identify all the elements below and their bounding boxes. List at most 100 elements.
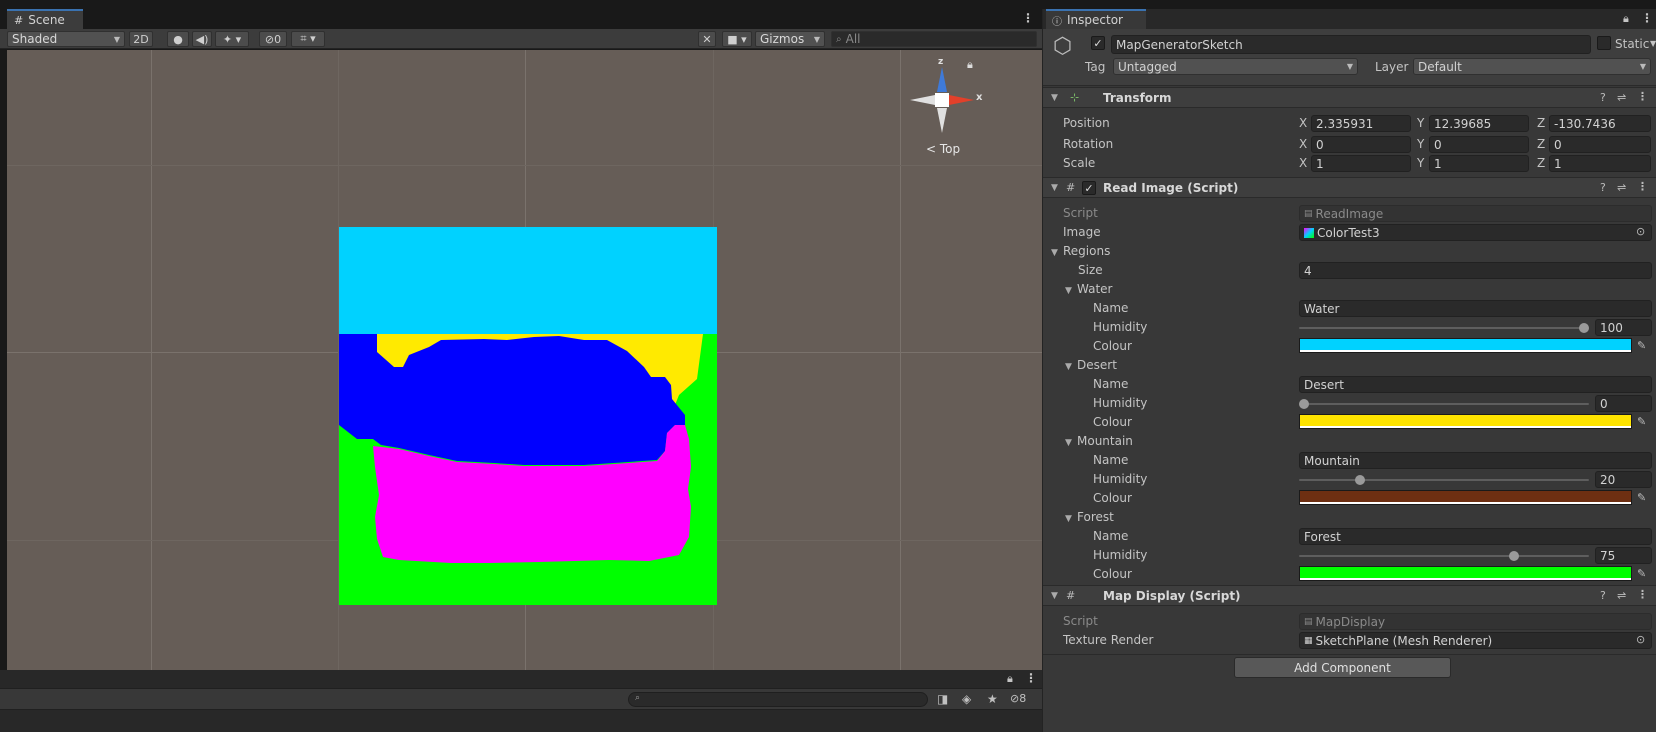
foldout-down-icon[interactable]: ▼ xyxy=(1065,362,1072,372)
lighting-icon[interactable]: ● xyxy=(167,31,189,47)
humidity-slider-track[interactable] xyxy=(1299,327,1589,329)
humidity-slider-thumb[interactable] xyxy=(1355,475,1365,485)
tools-icon[interactable]: ✕ xyxy=(698,31,716,47)
component-menu-icon[interactable]: ⋮ xyxy=(1637,588,1648,601)
humidity-slider-thumb[interactable] xyxy=(1579,323,1589,333)
lock-icon[interactable]: 🔒︎ xyxy=(967,58,973,72)
foldout-down-icon[interactable]: ▼ xyxy=(1065,286,1072,296)
foldout-down-icon[interactable]: ▼ xyxy=(1051,591,1058,601)
eyedropper-icon[interactable]: ✎ xyxy=(1637,567,1646,580)
region-name-field[interactable]: Mountain xyxy=(1299,452,1652,469)
position-z-field[interactable]: -130.7436 xyxy=(1549,115,1651,132)
hidden-packages-icon[interactable]: ⊘8 xyxy=(1010,692,1026,705)
lock-icon[interactable]: 🔒︎ xyxy=(1623,12,1629,26)
axis-x-label: X xyxy=(1299,116,1308,130)
inspector-menu-icon[interactable]: ⋮ xyxy=(1641,11,1653,25)
shading-mode-dropdown[interactable]: Shaded ▼ xyxy=(7,31,125,47)
texture-render-field[interactable]: ▦ SketchPlane (Mesh Renderer) xyxy=(1299,632,1652,649)
layer-dropdown[interactable]: Default ▼ xyxy=(1413,58,1651,75)
eyedropper-icon[interactable]: ✎ xyxy=(1637,491,1646,504)
colour-swatch[interactable] xyxy=(1299,566,1632,581)
humidity-slider-track[interactable] xyxy=(1299,479,1589,481)
colour-swatch[interactable] xyxy=(1299,490,1632,505)
eyedropper-icon[interactable]: ✎ xyxy=(1637,339,1646,352)
object-picker-icon[interactable]: ⊙ xyxy=(1636,225,1645,238)
scale-z-field[interactable]: 1 xyxy=(1549,155,1651,172)
foldout-down-icon[interactable]: ▼ xyxy=(1051,183,1058,193)
preset-icon[interactable]: ⇌ xyxy=(1617,91,1626,104)
tab-inspector[interactable]: ⓘ Inspector xyxy=(1046,9,1146,29)
add-component-button[interactable]: Add Component xyxy=(1234,657,1451,678)
humidity-value-field[interactable]: 75 xyxy=(1595,547,1652,564)
humidity-value-field[interactable]: 100 xyxy=(1595,319,1652,336)
preset-icon[interactable]: ⇌ xyxy=(1617,589,1626,602)
region-name-field[interactable]: Desert xyxy=(1299,376,1652,393)
static-label: Static xyxy=(1615,37,1650,51)
read-image-enabled-checkbox[interactable]: ✓ xyxy=(1082,181,1096,195)
foldout-down-icon[interactable]: ▼ xyxy=(1051,248,1058,258)
transform-header[interactable]: ▼ ⊹ Transform ? ⇌ ⋮ xyxy=(1043,87,1656,108)
scene-menu-icon[interactable]: ⋮ xyxy=(1022,11,1034,25)
read-image-header[interactable]: ▼ # ✓ Read Image (Script) ? ⇌ ⋮ xyxy=(1043,177,1656,198)
audio-icon[interactable]: ◀) xyxy=(192,31,212,47)
hierarchy-filter-icon[interactable]: ◨ xyxy=(937,692,948,706)
humidity-value-field[interactable]: 20 xyxy=(1595,471,1652,488)
gizmos-dropdown[interactable]: Gizmos ▼ xyxy=(755,31,825,47)
scale-y-field[interactable]: 1 xyxy=(1429,155,1529,172)
help-icon[interactable]: ? xyxy=(1600,589,1606,602)
camera-icon[interactable]: ■ ▾ xyxy=(722,31,752,47)
foldout-down-icon[interactable]: ▼ xyxy=(1051,93,1058,103)
foldout-down-icon[interactable]: ▼ xyxy=(1065,514,1072,524)
region-header[interactable]: Mountain xyxy=(1077,434,1133,448)
bottom-menu-icon[interactable]: ⋮ xyxy=(1025,671,1037,685)
help-icon[interactable]: ? xyxy=(1600,91,1606,104)
scene-visibility-icon[interactable]: ⊘ 0 xyxy=(259,31,287,47)
static-checkbox[interactable] xyxy=(1597,36,1611,50)
preset-icon[interactable]: ⇌ xyxy=(1617,181,1626,194)
humidity-slider-thumb[interactable] xyxy=(1509,551,1519,561)
label-tag-icon[interactable]: ◈ xyxy=(962,692,971,706)
component-menu-icon[interactable]: ⋮ xyxy=(1637,90,1648,103)
grid-snap-icon[interactable]: ⌗ ▾ xyxy=(291,31,325,47)
view-label[interactable]: < Top xyxy=(926,142,960,156)
image-field[interactable]: ColorTest3 xyxy=(1299,224,1652,241)
tab-scene[interactable]: # Scene xyxy=(7,9,83,29)
region-name-field[interactable]: Forest xyxy=(1299,528,1652,545)
object-picker-icon[interactable]: ⊙ xyxy=(1636,633,1645,646)
lock-icon[interactable]: 🔒︎ xyxy=(1007,672,1013,686)
map-display-header[interactable]: ▼ # Map Display (Script) ? ⇌ ⋮ xyxy=(1043,585,1656,606)
component-menu-icon[interactable]: ⋮ xyxy=(1637,180,1648,193)
scene-search-input[interactable]: ⌕ All xyxy=(831,31,1037,47)
toggle-2d-button[interactable]: 2D xyxy=(129,31,153,47)
region-header[interactable]: Desert xyxy=(1077,358,1117,372)
rotation-y-field[interactable]: 0 xyxy=(1429,136,1529,153)
console-search-input[interactable]: ⌕ xyxy=(628,692,928,707)
sketch-plane-map[interactable] xyxy=(339,227,717,605)
humidity-slider-track[interactable] xyxy=(1299,403,1589,405)
region-name-field[interactable]: Water xyxy=(1299,300,1652,317)
humidity-slider-thumb[interactable] xyxy=(1299,399,1309,409)
chevron-down-icon[interactable]: ▼ xyxy=(1650,39,1656,48)
rotation-x-field[interactable]: 0 xyxy=(1311,136,1411,153)
rotation-z-field[interactable]: 0 xyxy=(1549,136,1651,153)
position-y-field[interactable]: 12.39685 xyxy=(1429,115,1529,132)
foldout-down-icon[interactable]: ▼ xyxy=(1065,438,1072,448)
effects-icon[interactable]: ✦ ▾ xyxy=(215,31,249,47)
active-checkbox[interactable]: ✓ xyxy=(1091,36,1105,50)
colour-swatch[interactable] xyxy=(1299,338,1632,353)
region-header[interactable]: Water xyxy=(1077,282,1112,296)
colour-swatch[interactable] xyxy=(1299,414,1632,429)
info-icon: ⓘ xyxy=(1052,16,1062,28)
tag-dropdown[interactable]: Untagged ▼ xyxy=(1113,58,1358,75)
scene-viewport[interactable]: z x 🔒︎ < Top xyxy=(7,50,1042,678)
humidity-value-field[interactable]: 0 xyxy=(1595,395,1652,412)
object-name-field[interactable]: MapGeneratorSketch xyxy=(1111,35,1591,54)
humidity-slider-track[interactable] xyxy=(1299,555,1589,557)
star-icon[interactable]: ★ xyxy=(987,692,998,706)
position-x-field[interactable]: 2.335931 xyxy=(1311,115,1411,132)
eyedropper-icon[interactable]: ✎ xyxy=(1637,415,1646,428)
scale-x-field[interactable]: 1 xyxy=(1311,155,1411,172)
region-header[interactable]: Forest xyxy=(1077,510,1114,524)
size-field[interactable]: 4 xyxy=(1299,262,1652,279)
help-icon[interactable]: ? xyxy=(1600,181,1606,194)
